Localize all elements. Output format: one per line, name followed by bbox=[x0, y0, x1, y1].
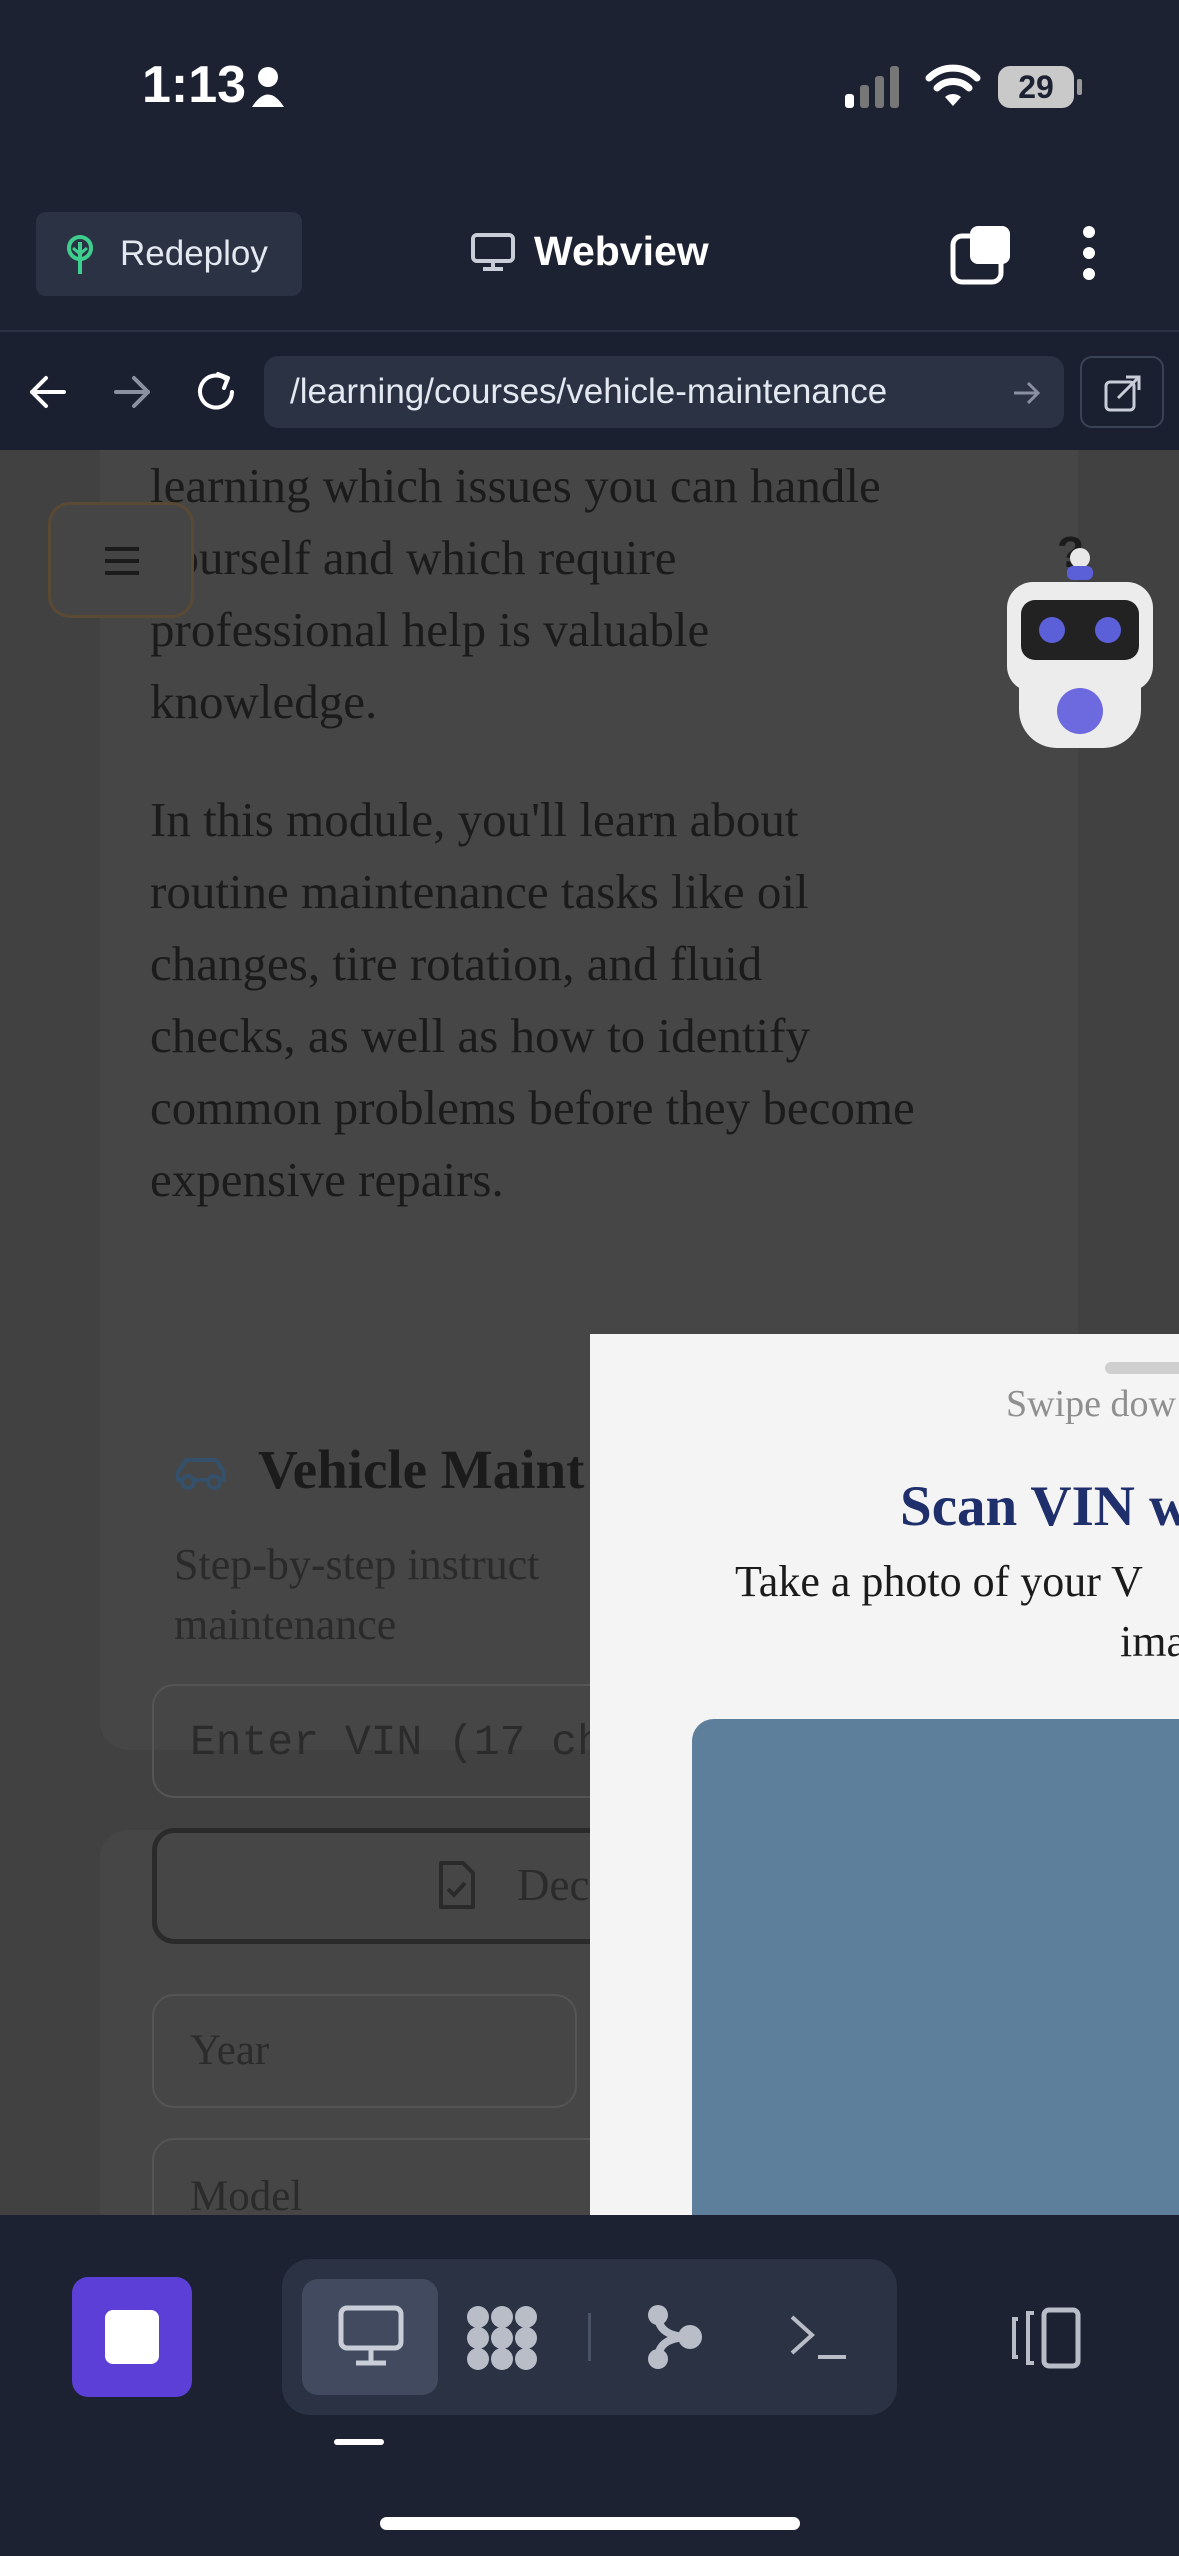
text-line: In this module, you'll learn about bbox=[150, 792, 799, 847]
model-placeholder: Model bbox=[190, 2173, 303, 2215]
redeploy-label: Redeploy bbox=[120, 234, 268, 273]
sheet-desc-line-1: Take a photo of your V bbox=[735, 1557, 1143, 1606]
open-external-button[interactable] bbox=[1080, 356, 1164, 428]
page-title: Webview bbox=[534, 228, 709, 274]
intro-paragraph-1: learning which issues you can handle you… bbox=[150, 450, 1050, 738]
decode-label: Dec bbox=[517, 1860, 590, 1910]
text-line: professional help is valuable bbox=[150, 602, 710, 657]
grid-icon[interactable] bbox=[464, 2303, 540, 2373]
wifi-icon bbox=[925, 64, 981, 106]
text-line: maintenance bbox=[174, 1600, 397, 1649]
redeploy-button[interactable]: Redeploy bbox=[36, 212, 302, 296]
monitor-icon bbox=[471, 232, 515, 271]
text-line: yourself and which require bbox=[150, 530, 677, 585]
sheet-desc-line-2: ima bbox=[1120, 1617, 1179, 1666]
swipe-hint: Swipe dow bbox=[1006, 1383, 1176, 1425]
sheet-handle[interactable] bbox=[1105, 1362, 1179, 1374]
active-tab-indicator bbox=[334, 2439, 384, 2445]
document-check-icon bbox=[439, 1861, 475, 1909]
text-line: common problems before they become bbox=[150, 1080, 915, 1135]
reload-icon[interactable] bbox=[194, 370, 240, 414]
split-view-icon[interactable] bbox=[1010, 2307, 1082, 2369]
car-icon bbox=[176, 1458, 226, 1490]
flow-icon[interactable] bbox=[644, 2303, 704, 2371]
tree-icon bbox=[67, 235, 93, 274]
text-line: checks, as well as how to identify bbox=[150, 1008, 810, 1063]
stop-button[interactable] bbox=[72, 2277, 192, 2397]
battery-tip bbox=[1077, 79, 1082, 95]
sheet-title: Scan VIN w bbox=[900, 1475, 1179, 1538]
desktop-tab[interactable] bbox=[302, 2279, 438, 2395]
text-line: routine maintenance tasks like oil bbox=[150, 864, 809, 919]
open-external-icon bbox=[1104, 375, 1141, 412]
stop-icon bbox=[105, 2310, 159, 2364]
status-bar: 1:13 29 bbox=[0, 0, 1179, 180]
divider bbox=[588, 2313, 591, 2361]
home-indicator bbox=[380, 2517, 800, 2530]
menu-icon bbox=[105, 547, 139, 575]
text-line: learning which issues you can handle bbox=[150, 458, 881, 513]
signal-icon bbox=[845, 66, 899, 108]
year-field[interactable]: Year bbox=[152, 1994, 577, 2108]
status-time: 1:13 bbox=[142, 56, 247, 114]
more-icon[interactable] bbox=[1076, 222, 1102, 284]
view-switcher bbox=[282, 2259, 897, 2415]
text-line: expensive repairs. bbox=[150, 1152, 504, 1207]
robot-assistant[interactable]: ? bbox=[1005, 528, 1155, 748]
menu-button[interactable] bbox=[48, 502, 194, 618]
url-field[interactable]: /learning/courses/vehicle-maintenance bbox=[264, 356, 1064, 428]
back-icon[interactable] bbox=[28, 374, 68, 410]
camera-preview[interactable] bbox=[692, 1719, 1179, 2215]
vin-placeholder: Enter VIN (17 ch bbox=[190, 1718, 603, 1767]
year-placeholder: Year bbox=[190, 2027, 270, 2074]
battery-icon: 29 bbox=[998, 66, 1074, 108]
battery-level: 29 bbox=[1018, 68, 1054, 105]
robot-body bbox=[1007, 548, 1153, 748]
person-icon bbox=[252, 67, 284, 107]
tabs-icon[interactable] bbox=[950, 224, 1014, 286]
text-line: Step-by-step instruct bbox=[174, 1540, 540, 1589]
tool-description: Step-by-step instruct maintenance bbox=[174, 1535, 539, 1655]
webview-tab-title: Webview bbox=[470, 228, 709, 275]
forward-icon[interactable] bbox=[112, 374, 152, 410]
tool-title: Vehicle Maint bbox=[258, 1439, 585, 1500]
url-text: /learning/courses/vehicle-maintenance bbox=[290, 372, 888, 411]
scan-vin-sheet[interactable]: Swipe dow Scan VIN w Take a photo of you… bbox=[590, 1334, 1179, 2215]
webview-content: learning which issues you can handle you… bbox=[0, 450, 1179, 2215]
text-line: changes, tire rotation, and fluid bbox=[150, 936, 763, 991]
desktop-icon bbox=[338, 2305, 404, 2366]
terminal-icon[interactable] bbox=[788, 2311, 850, 2363]
go-arrow-icon[interactable] bbox=[1012, 380, 1042, 406]
text-line: knowledge. bbox=[150, 674, 378, 729]
bottom-toolbar bbox=[0, 2215, 1179, 2556]
intro-paragraph-2: In this module, you'll learn about routi… bbox=[150, 784, 1050, 1216]
